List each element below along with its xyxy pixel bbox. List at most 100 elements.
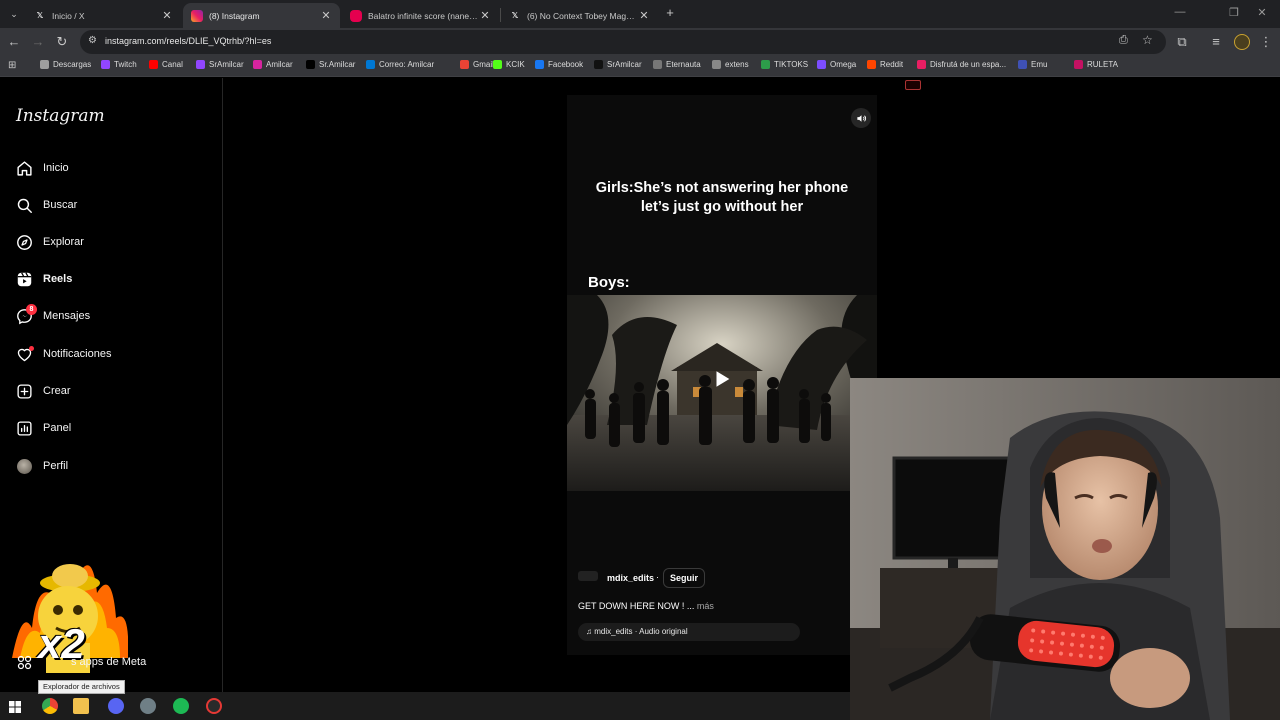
steam-icon[interactable] <box>140 698 156 714</box>
bookmark-label: KCIK <box>506 60 525 69</box>
bookmark-label: Omega <box>830 60 857 69</box>
reload-icon[interactable]: ↻ <box>54 34 70 50</box>
nav-buscar[interactable]: Buscar <box>16 195 77 215</box>
bookmark-item[interactable]: Gmail <box>460 60 494 69</box>
bookmark-label: Gmail <box>473 60 494 69</box>
back-icon[interactable]: ← <box>6 34 22 50</box>
apps-grid-icon[interactable]: ⊞ <box>8 60 16 71</box>
nav-meta-apps[interactable]: s apps de Meta <box>16 652 146 672</box>
tab-instagram[interactable]: (8) Instagram ✕ <box>183 3 340 28</box>
extensions-icon[interactable]: ⧉ <box>1174 34 1190 50</box>
bookmark-star-icon[interactable]: ☆ <box>1142 33 1153 47</box>
bookmark-item[interactable]: Reddit <box>867 60 903 69</box>
bookmark-favicon-icon <box>253 60 262 69</box>
new-tab-icon[interactable]: + <box>662 5 678 21</box>
discord-icon[interactable] <box>108 698 124 714</box>
volume-button[interactable] <box>851 108 871 128</box>
bookmark-item[interactable]: Disfrutá de un espa... <box>917 60 1006 69</box>
dot-separator: · <box>656 572 659 582</box>
close-icon[interactable]: ✕ <box>479 9 491 22</box>
restore-icon[interactable]: ❐ <box>1226 6 1242 19</box>
nav-crear[interactable]: Crear <box>16 381 71 401</box>
nav-perfil[interactable]: Perfil <box>16 456 68 476</box>
tab-title: (6) No Context Tobey Maguire <box>527 10 638 21</box>
bookmark-favicon-icon <box>653 60 662 69</box>
close-icon[interactable]: ✕ <box>320 9 332 22</box>
instagram-logo[interactable]: Instagram <box>16 106 105 126</box>
bookmark-item[interactable]: Twitch <box>101 60 137 69</box>
bookmark-item[interactable]: Facebook <box>535 60 583 69</box>
heart-icon <box>16 345 34 363</box>
bookmark-favicon-icon <box>196 60 205 69</box>
bookmark-item[interactable]: KCIK <box>493 60 525 69</box>
bookmark-label: extens <box>725 60 749 69</box>
author-avatar[interactable] <box>578 571 598 581</box>
bookmark-item[interactable]: Descargas <box>40 60 91 69</box>
author-username[interactable]: mdix_edits <box>607 573 654 583</box>
windows-start-icon[interactable] <box>9 700 21 713</box>
tab-tobey[interactable]: 𝕏 (6) No Context Tobey Maguire ✕ <box>501 3 658 28</box>
url-text[interactable]: instagram.com/reels/DLIE_VQtrhb/?hl=es <box>105 36 271 46</box>
bookmark-favicon-icon <box>149 60 158 69</box>
messages-badge: 8 <box>26 303 37 315</box>
bookmark-item[interactable]: SrAmilcar <box>196 60 244 69</box>
reel-caption: Girls:She’s not answering her phone let’… <box>567 179 877 217</box>
bookmark-favicon-icon <box>817 60 826 69</box>
media-controls-icon[interactable]: ≡ <box>1208 34 1224 50</box>
bookmark-item[interactable]: extens <box>712 60 749 69</box>
bookmark-item[interactable]: Emu <box>1018 60 1047 69</box>
tab-balatro[interactable]: Balatro infinite score (naneinf) ✕ <box>342 3 499 28</box>
window-close-icon[interactable]: ✕ <box>1254 6 1270 19</box>
bookmark-favicon-icon <box>712 60 721 69</box>
close-icon[interactable]: ✕ <box>638 9 650 22</box>
tab-inicio-x[interactable]: 𝕏 Inicio / X ✕ <box>26 3 181 28</box>
more-link[interactable]: más <box>697 601 714 611</box>
play-button[interactable] <box>708 365 736 393</box>
nav-inicio[interactable]: Inicio <box>16 158 69 178</box>
bookmark-item[interactable]: Correo: Amilcar <box>366 60 434 69</box>
bookmark-item[interactable]: RULETA <box>1074 60 1118 69</box>
x-logo-icon: 𝕏 <box>36 11 44 20</box>
tab-title: Inicio / X <box>52 10 85 21</box>
nav-label: Mensajes <box>43 310 91 322</box>
bookmark-item[interactable]: TIKTOKS <box>761 60 808 69</box>
bookmark-favicon-icon <box>917 60 926 69</box>
bookmark-label: SrAmilcar <box>607 60 642 69</box>
bookmark-item[interactable]: Amilcar <box>253 60 293 69</box>
nav-reels[interactable]: Reels <box>16 269 72 289</box>
follow-button[interactable]: Seguir <box>663 568 706 588</box>
obs-icon[interactable] <box>206 698 222 714</box>
bookmark-favicon-icon <box>535 60 544 69</box>
nav-explorar[interactable]: Explorar <box>16 232 84 252</box>
bookmark-item[interactable]: Sr.Amilcar <box>306 60 355 69</box>
reel-video[interactable]: Girls:She’s not answering her phone let’… <box>567 80 921 655</box>
nav-notificaciones[interactable]: Notificaciones <box>16 344 111 364</box>
bookmark-label: Disfrutá de un espa... <box>930 60 1007 69</box>
bookmark-favicon-icon <box>101 60 110 69</box>
address-bar[interactable]: ⚙ instagram.com/reels/DLIE_VQtrhb/?hl=es… <box>80 30 1166 54</box>
install-app-icon[interactable]: ⎙ <box>1119 34 1128 47</box>
forward-icon[interactable]: → <box>30 34 46 50</box>
site-info-icon[interactable]: ⚙ <box>88 35 97 46</box>
minimize-icon[interactable]: — <box>1172 6 1188 18</box>
chrome-icon[interactable] <box>42 698 58 714</box>
menu-kebab-icon[interactable]: ⋮ <box>1258 34 1274 50</box>
nav-label: Crear <box>43 385 71 397</box>
reel-video-frame[interactable] <box>567 295 877 491</box>
profile-avatar[interactable] <box>1234 34 1250 50</box>
spotify-icon[interactable] <box>173 698 189 714</box>
file-explorer-icon[interactable] <box>73 698 89 714</box>
nav-panel[interactable]: Panel <box>16 418 71 438</box>
bookmark-favicon-icon <box>867 60 876 69</box>
bookmark-item[interactable]: Eternauta <box>653 60 701 69</box>
bookmark-item[interactable]: Canal <box>149 60 183 69</box>
nav-label: Buscar <box>43 199 78 211</box>
close-icon[interactable]: ✕ <box>161 9 173 22</box>
bookmark-label: Eternauta <box>666 60 701 69</box>
bookmark-item[interactable]: SrAmilcar <box>594 60 642 69</box>
audio-pill[interactable]: ♫ mdix_edits · Audio original <box>578 623 800 641</box>
nav-label: s apps de Meta <box>71 656 147 668</box>
nav-mensajes[interactable]: 8 Mensajes <box>16 303 91 326</box>
tab-search-icon[interactable]: ⌄ <box>6 6 22 22</box>
bookmark-item[interactable]: Omega <box>817 60 856 69</box>
